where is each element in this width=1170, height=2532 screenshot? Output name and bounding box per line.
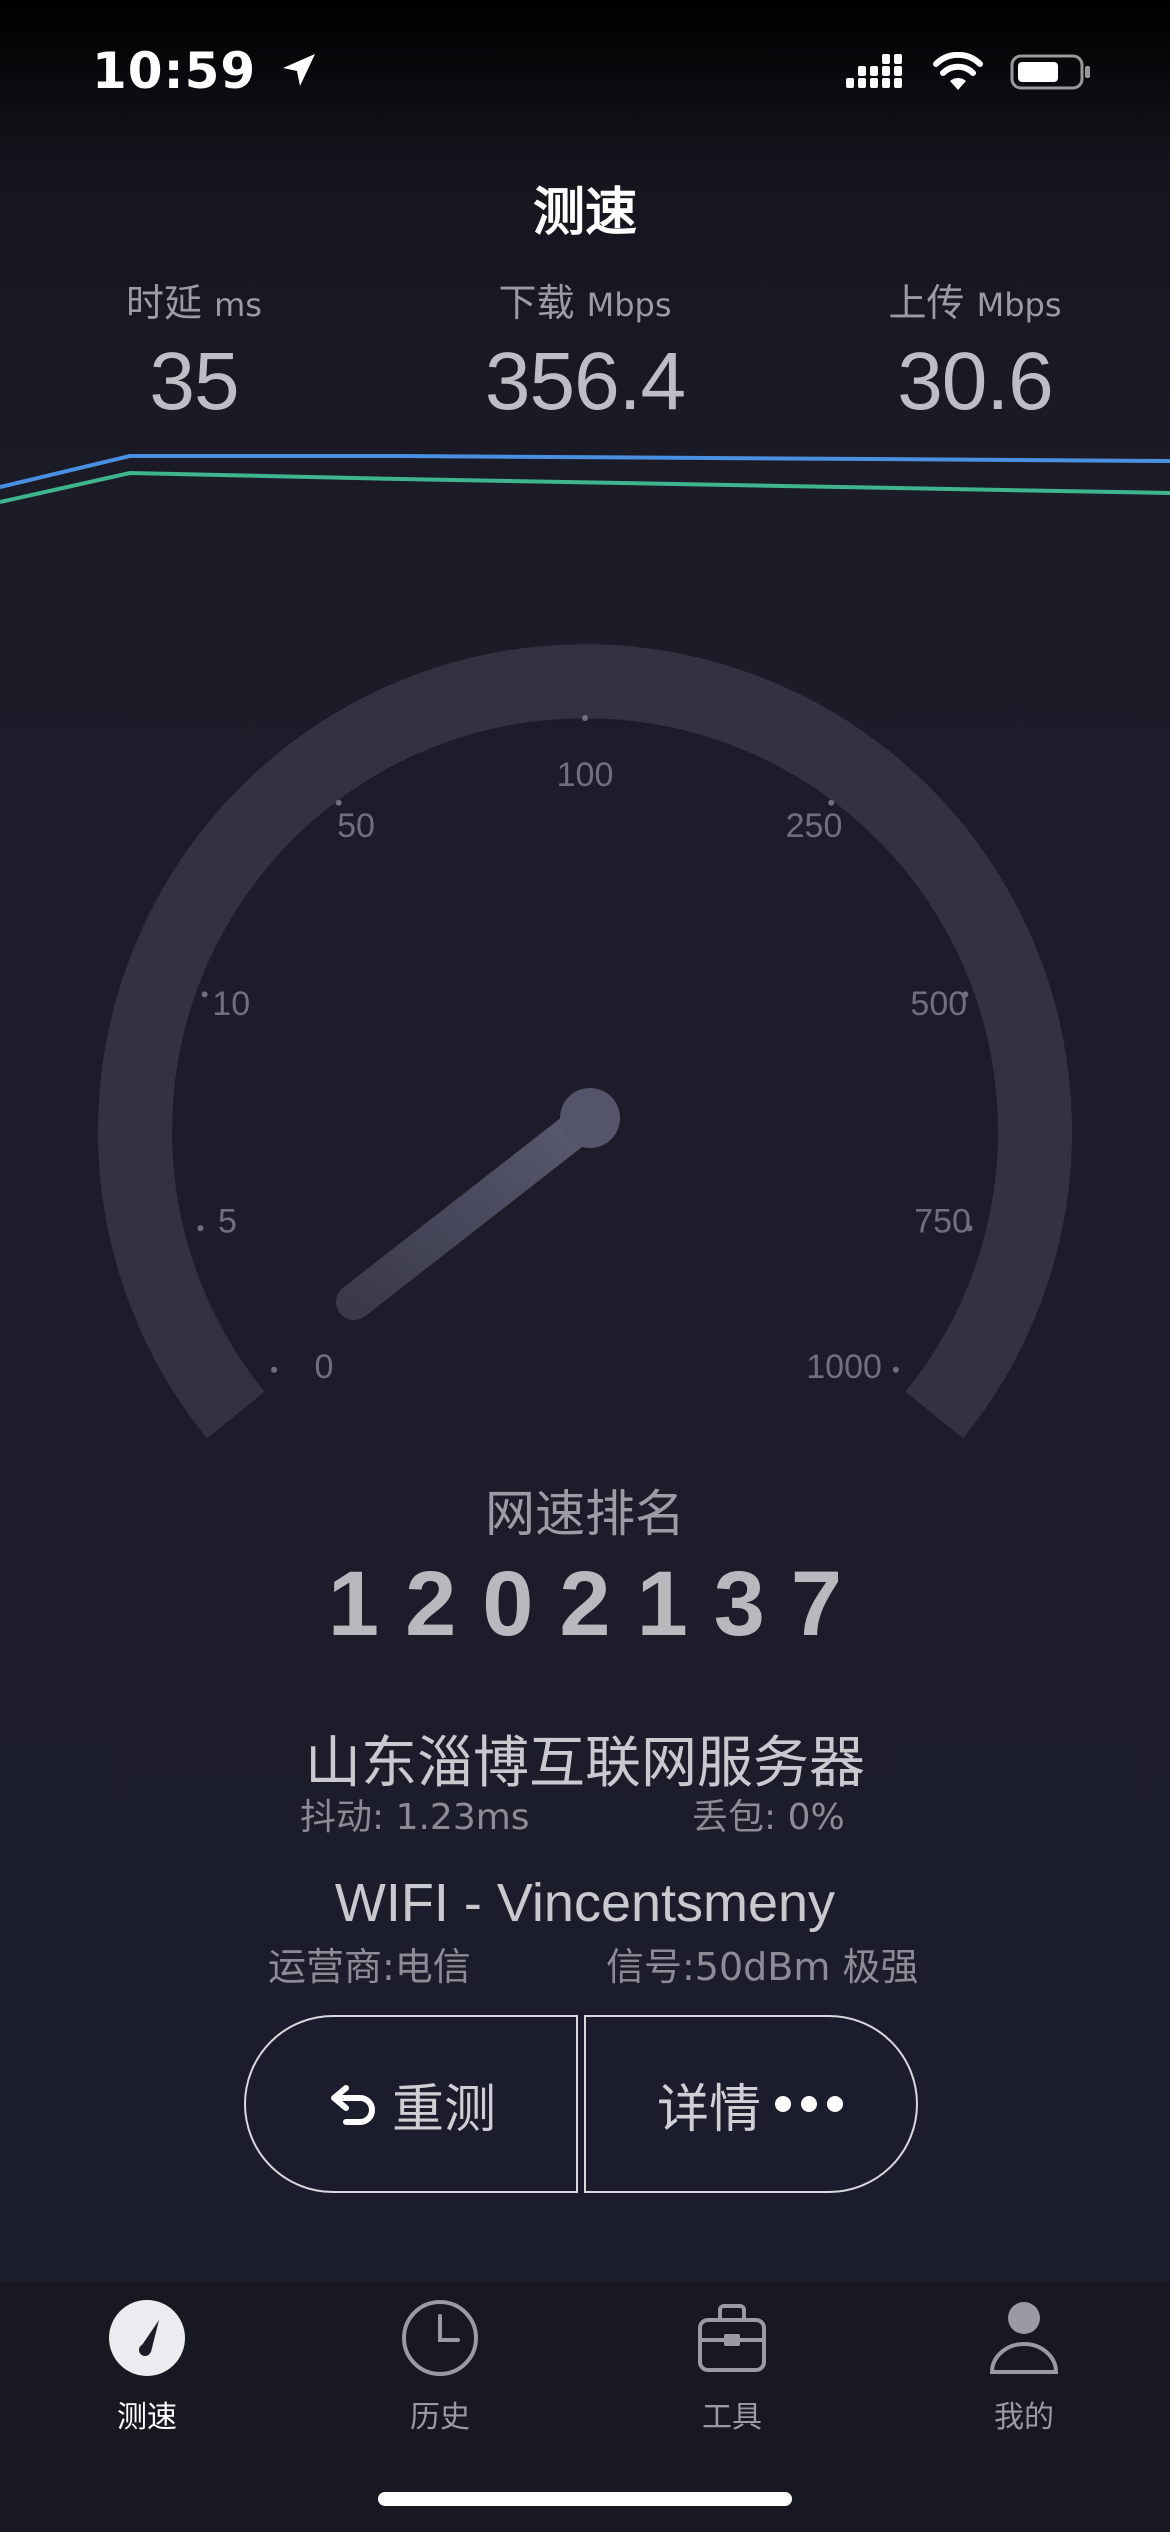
upload-value: 30.6 <box>897 336 1054 427</box>
jitter-text: 抖动: 1.23ms <box>300 1797 530 1838</box>
gauge-tick-label: 750 <box>914 1203 971 1241</box>
gauge-tick-dot <box>197 1225 204 1232</box>
detail-button[interactable]: 详情 <box>584 2015 918 2193</box>
gauge-tick-label: 500 <box>910 985 967 1023</box>
detail-label: 详情 <box>656 2079 761 2140</box>
tab-tools[interactable]: 工具 <box>632 2298 832 2436</box>
server-name: 山东淄博互联网服务器 <box>305 1731 865 1796</box>
download-metric: 下载 Mbps 356.4 <box>405 272 765 429</box>
wifi-icon <box>933 52 983 90</box>
carrier-text: 运营商:电信 <box>268 1945 471 1989</box>
gauge-tick-label: 50 <box>337 807 375 845</box>
retest-button[interactable]: 重测 <box>244 2015 578 2193</box>
gauge-tick-label: 5 <box>218 1203 237 1241</box>
gauge-labels: 0 5 10 50 100 250 500 750 1000 <box>212 756 971 1386</box>
signal-text: 信号:50dBm 极强 <box>606 1945 919 1989</box>
upload-label: 上传 Mbps <box>888 281 1062 325</box>
status-icons <box>846 52 1092 92</box>
latency-label: 时延 ms <box>126 281 262 325</box>
location-arrow-icon <box>282 54 315 86</box>
latency-metric: 时延 ms 35 <box>14 272 374 429</box>
tab-speedtest[interactable]: 测速 <box>47 2298 247 2436</box>
gauge-tick-label: 1000 <box>806 1348 882 1386</box>
home-indicator[interactable] <box>378 2492 792 2506</box>
tab-label-tools: 工具 <box>702 2400 762 2435</box>
status-time-text: 10:59 <box>92 42 257 100</box>
retest-label: 重测 <box>391 2079 496 2140</box>
speed-trend-graph <box>0 454 1170 504</box>
gauge-tick-label: 0 <box>314 1348 333 1386</box>
gauge-tick-dot <box>335 799 342 806</box>
upload-metric: 上传 Mbps 30.6 <box>795 272 1155 429</box>
tab-profile[interactable]: 我的 <box>924 2298 1124 2436</box>
gauge-tick-dot <box>201 991 208 998</box>
gauge-tick-label: 10 <box>212 985 250 1023</box>
packet-loss-text: 丢包: 0% <box>692 1797 845 1838</box>
upload-trend-line <box>0 470 1170 504</box>
status-time: 10:59 <box>92 42 319 100</box>
rank-value: 1202137 <box>327 1553 869 1655</box>
gauge-tick-dot <box>828 799 835 806</box>
retest-icon <box>330 2085 375 2125</box>
clock-icon <box>402 2300 478 2376</box>
tab-label-history: 历史 <box>410 2400 470 2435</box>
battery-icon <box>1010 54 1090 90</box>
download-value: 356.4 <box>484 336 686 427</box>
more-dots-icon <box>775 2096 843 2112</box>
rank-label: 网速排名 <box>485 1485 685 1543</box>
toolbox-icon <box>698 2304 766 2372</box>
speed-gauge: 0 5 10 50 100 250 500 750 1000 <box>98 644 1072 1439</box>
gauge-tick-label: 100 <box>557 756 614 794</box>
gauge-needle <box>336 1088 620 1320</box>
person-icon <box>989 2302 1059 2374</box>
cellular-signal-icon <box>846 54 902 88</box>
gauge-tick-dot <box>271 1366 278 1373</box>
page-title: 测速 <box>532 183 637 243</box>
gauge-tick-label: 250 <box>786 807 843 845</box>
latency-value: 35 <box>149 336 239 427</box>
gauge-tick-dot <box>582 715 588 721</box>
tab-label-speedtest: 测速 <box>117 2400 177 2435</box>
speedometer-icon <box>109 2300 185 2376</box>
network-name: WIFI - Vincentsmeny <box>334 1873 836 1933</box>
tab-label-profile: 我的 <box>994 2400 1054 2435</box>
download-label: 下载 Mbps <box>498 281 672 325</box>
tab-history[interactable]: 历史 <box>340 2298 540 2436</box>
gauge-tick-dot <box>892 1366 899 1373</box>
